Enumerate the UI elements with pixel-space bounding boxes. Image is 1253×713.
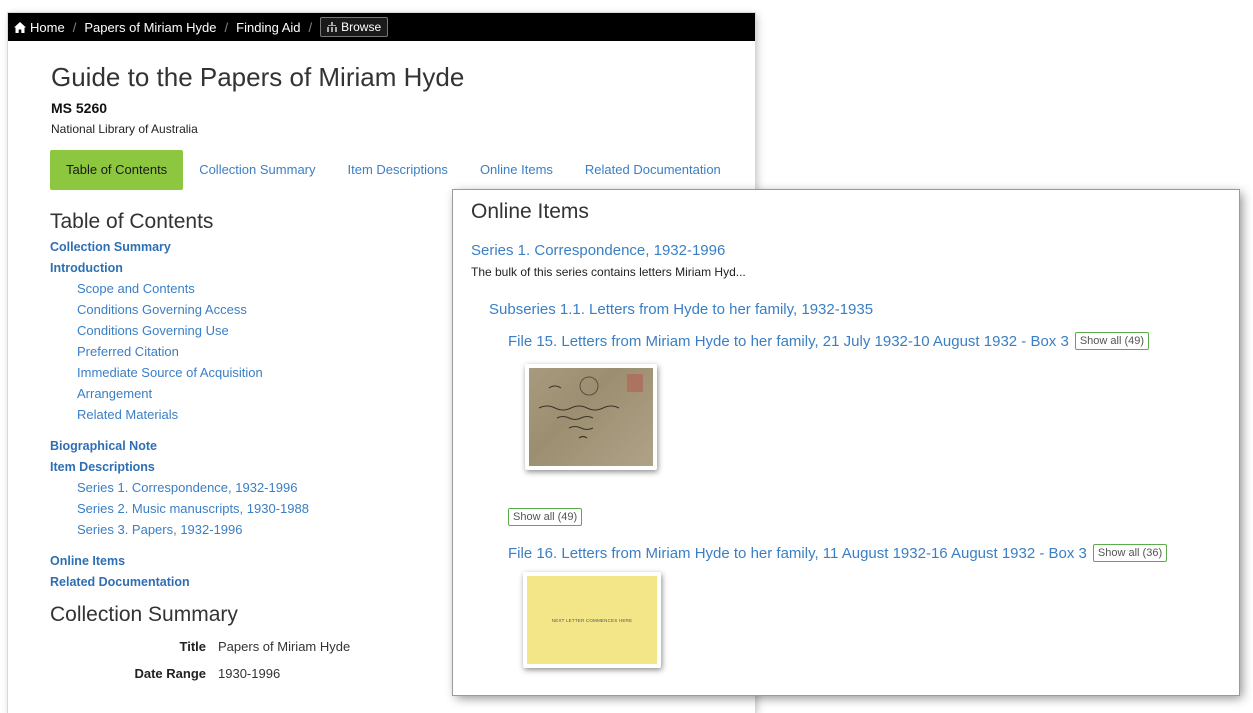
online-items-panel: Online Items Series 1. Correspondence, 1…: [453, 190, 1239, 695]
home-icon: [14, 21, 26, 33]
breadcrumb-separator: /: [72, 19, 77, 35]
summary-key: Date Range: [134, 665, 206, 681]
letter-thumbnail[interactable]: NEXT LETTER COMMENCES HERE: [523, 572, 661, 668]
breadcrumb: Home / Papers of Miriam Hyde / Finding A…: [8, 13, 755, 41]
tab-online-items[interactable]: Online Items: [464, 150, 569, 190]
file-15-link[interactable]: File 15. Letters from Miriam Hyde to her…: [508, 333, 1069, 350]
ms-number: MS 5260: [51, 99, 108, 116]
thumbnail-caption: NEXT LETTER COMMENCES HERE: [551, 617, 633, 623]
letter-image: NEXT LETTER COMMENCES HERE: [527, 576, 657, 664]
page-title: Guide to the Papers of Miriam Hyde: [51, 62, 465, 92]
tab-table-of-contents[interactable]: Table of Contents: [50, 149, 184, 190]
breadcrumb-separator: /: [224, 19, 229, 35]
browse-label: Browse: [341, 20, 382, 34]
show-all-button[interactable]: Show all (36): [1092, 544, 1168, 562]
summary-value: Papers of Miriam Hyde: [218, 638, 351, 654]
envelope-thumbnail[interactable]: [525, 364, 657, 470]
breadcrumb-papers[interactable]: Papers of Miriam Hyde: [84, 20, 216, 35]
file-entry: File 16. Letters from Miriam Hyde to her…: [508, 544, 1239, 562]
breadcrumb-finding-aid[interactable]: Finding Aid: [236, 20, 300, 35]
breadcrumb-home[interactable]: Home: [30, 20, 65, 35]
envelope-image: [529, 368, 653, 466]
series-description: The bulk of this series contains letters…: [471, 265, 746, 279]
show-all-button[interactable]: Show all (49): [1074, 332, 1150, 350]
show-all-button[interactable]: Show all (49): [508, 508, 583, 526]
institution-name: National Library of Australia: [51, 121, 198, 136]
series-link[interactable]: Series 1. Correspondence, 1932-1996: [471, 242, 1239, 259]
online-items-heading: Online Items: [471, 200, 589, 223]
file-16-link[interactable]: File 16. Letters from Miriam Hyde to her…: [508, 545, 1087, 562]
tab-item-descriptions[interactable]: Item Descriptions: [332, 150, 464, 190]
browse-button[interactable]: Browse: [320, 17, 389, 37]
tab-related-documentation[interactable]: Related Documentation: [569, 150, 737, 190]
breadcrumb-separator: /: [308, 19, 313, 35]
hierarchy-icon: [327, 22, 338, 32]
summary-value: 1930-1996: [218, 665, 281, 681]
tab-collection-summary[interactable]: Collection Summary: [183, 150, 331, 190]
summary-key: Title: [179, 638, 207, 654]
file-entry: File 15. Letters from Miriam Hyde to her…: [508, 332, 1239, 350]
subseries-link[interactable]: Subseries 1.1. Letters from Hyde to her …: [489, 301, 1239, 318]
section-tabs: Table of Contents Collection Summary Ite…: [50, 149, 755, 190]
